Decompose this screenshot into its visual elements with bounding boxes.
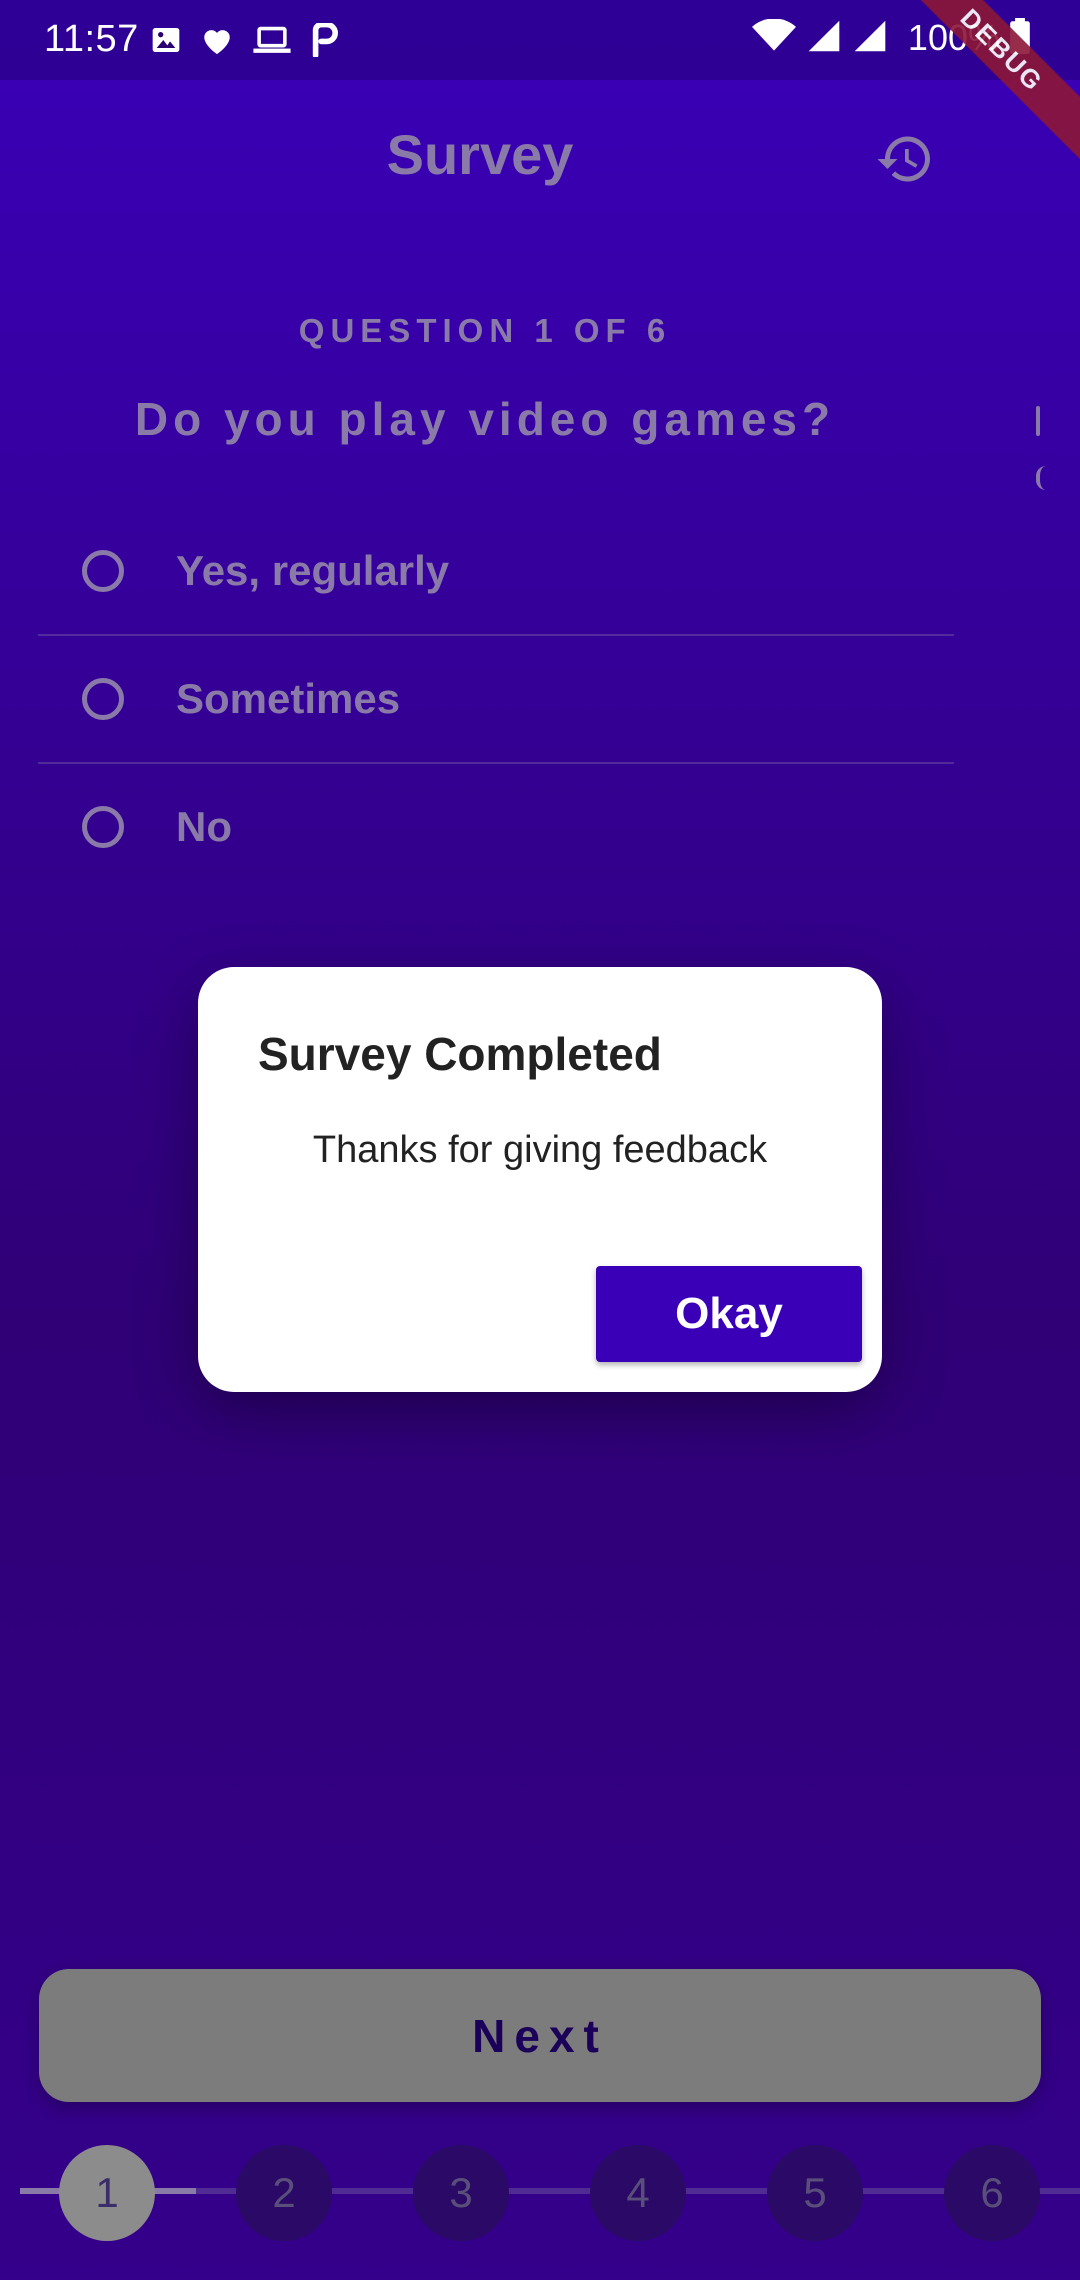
option-label: Sometimes [176,675,401,722]
answer-options: Yes, regularly Sometimes No [38,508,954,890]
option-sometimes[interactable]: Sometimes [38,634,954,762]
step-indicator: 1 2 3 4 5 6 [0,2140,1080,2241]
question-text: Do you play video games? [134,393,836,445]
step-4[interactable]: 4 [590,2145,686,2241]
image-icon [150,24,182,56]
laptop-icon [252,25,292,55]
option-label: No [176,803,232,850]
dialog-title: Survey Completed [258,1028,662,1080]
radio-button[interactable] [82,678,124,720]
step-5[interactable]: 5 [767,2145,863,2241]
okay-button[interactable]: Okay [596,1266,862,1362]
radio-button[interactable] [82,550,124,592]
history-icon [875,129,935,194]
step-3[interactable]: 3 [413,2145,509,2241]
completion-dialog: Survey Completed Thanks for giving feedb… [198,967,882,1392]
status-time: 11:57 [44,18,139,60]
signal-icon-2 [852,19,888,58]
option-yes-regularly[interactable]: Yes, regularly [38,508,954,634]
signal-icon [806,19,842,58]
next-button[interactable]: Next [39,1969,1041,2102]
status-bar: 11:57 100% [0,0,1080,80]
radio-button[interactable] [82,806,124,848]
step-2[interactable]: 2 [236,2145,332,2241]
question-counter: QUESTION 1 OF 6 [298,312,672,349]
step-6[interactable]: 6 [944,2145,1040,2241]
option-label: Yes, regularly [176,547,450,594]
p-icon [310,23,338,57]
step-1[interactable]: 1 [59,2145,155,2241]
next-card-peek-edge [1036,466,1046,490]
option-no[interactable]: No [38,762,954,890]
page-title: Survey [386,123,574,186]
heart-icon [200,24,234,56]
wifi-icon [751,17,796,58]
status-left-icons [150,18,338,62]
history-button[interactable] [870,126,940,196]
next-card-peek [1036,406,1040,436]
dialog-message: Thanks for giving feedback [312,1129,768,1171]
